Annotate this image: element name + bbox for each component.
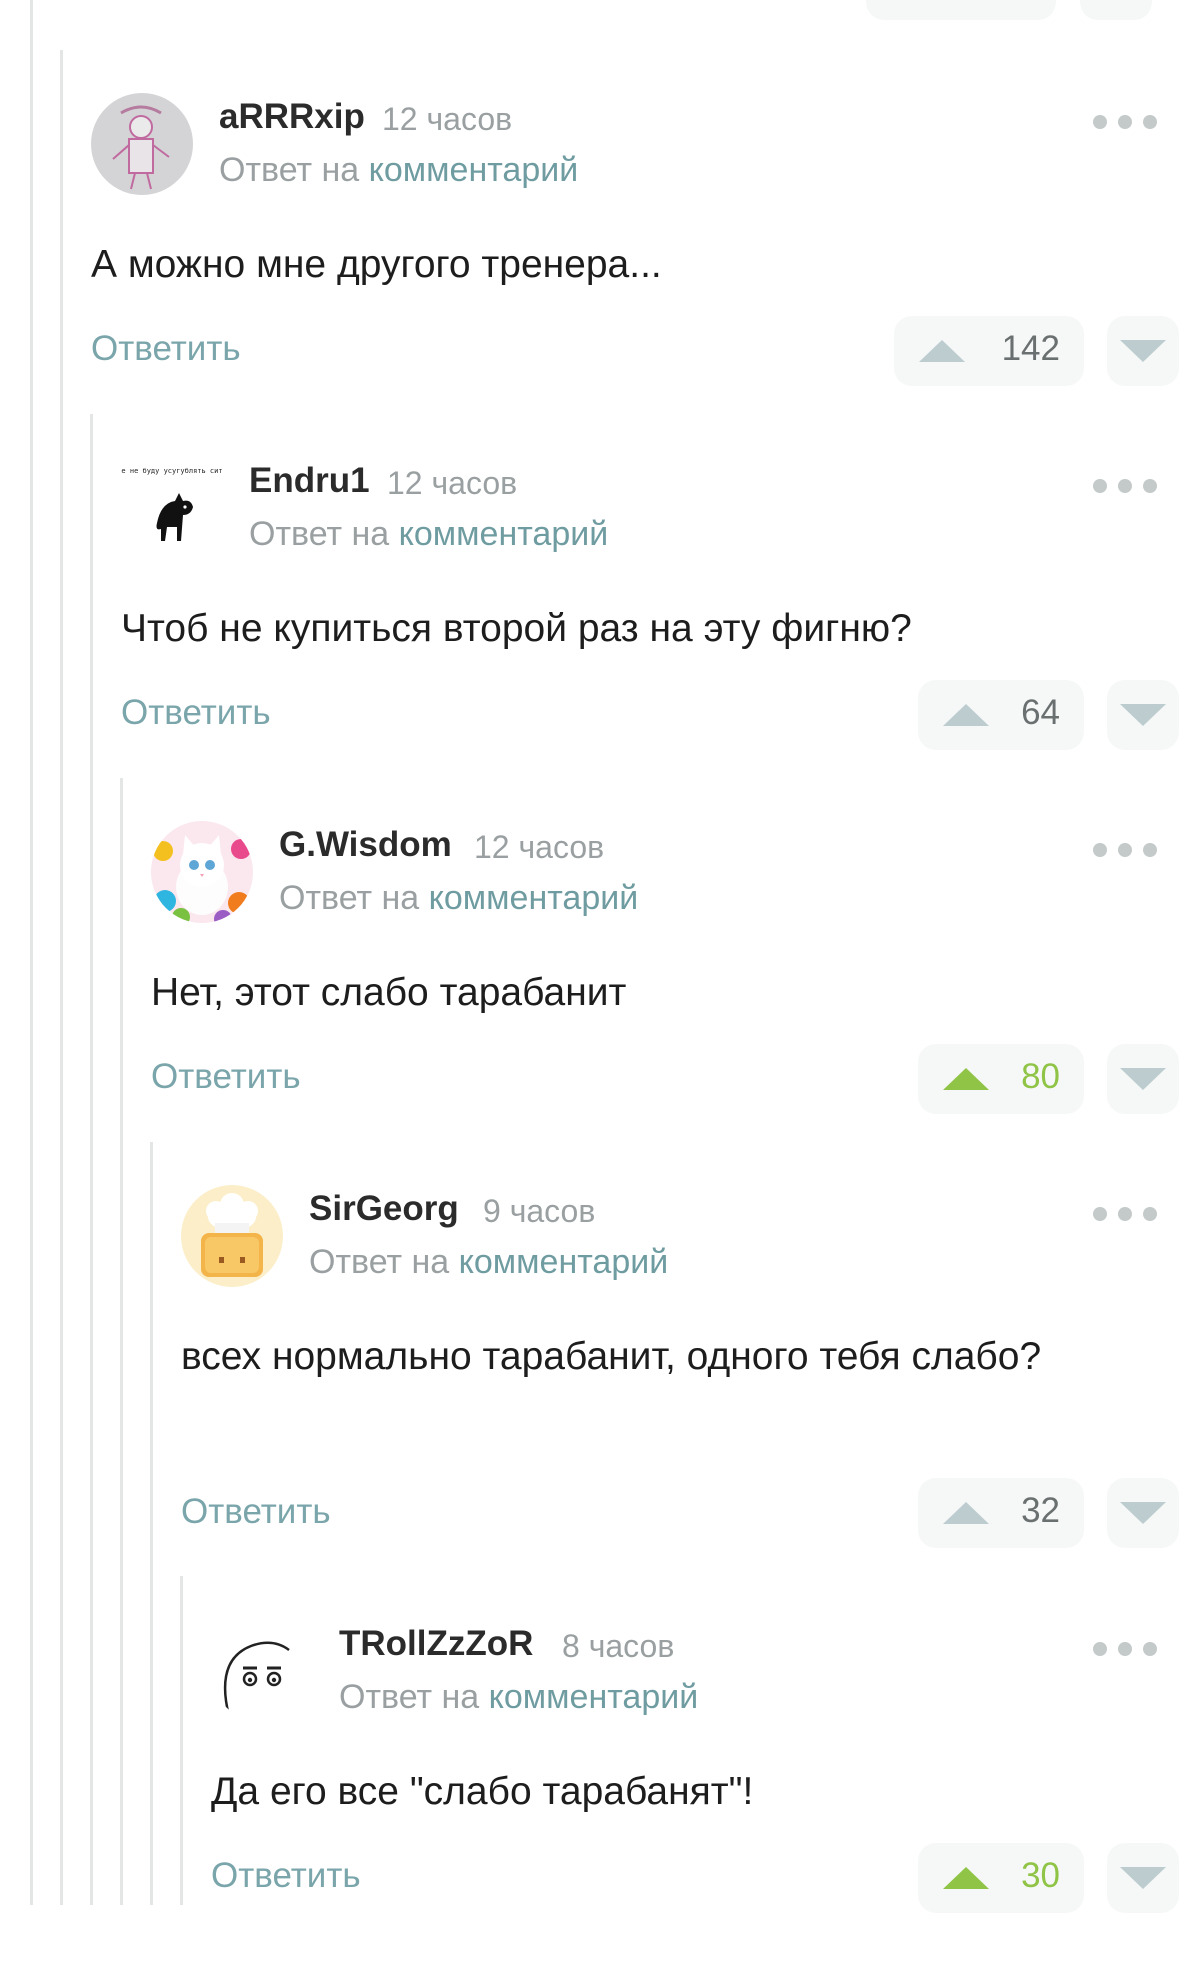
vote-down-button[interactable] bbox=[1107, 1044, 1179, 1114]
avatar[interactable] bbox=[211, 1620, 313, 1722]
chef-toaster-avatar-icon bbox=[181, 1185, 283, 1287]
rating-count: 64 bbox=[1021, 693, 1060, 732]
rating-count: 32 bbox=[1021, 1491, 1060, 1530]
comment-text: А можно мне другого тренера... bbox=[91, 243, 662, 286]
arrow-up-icon bbox=[943, 1867, 989, 1889]
reply-to-prefix: Ответ на bbox=[309, 1243, 450, 1281]
author-name[interactable]: TRollZzZoR bbox=[339, 1624, 533, 1664]
vote-up-button[interactable]: 142 bbox=[894, 316, 1084, 386]
arrow-down-icon bbox=[1120, 1068, 1166, 1090]
avatar-caption: двайте не буду усугублять ситуацию bbox=[121, 467, 223, 475]
comment-text: Нет, этот слабо тарабанит bbox=[151, 971, 627, 1014]
comment: TRollZzZoR 8 часов Ответ на комментарий … bbox=[211, 1620, 1179, 1984]
comment: SirGeorg 9 часов Ответ на комментарий вс… bbox=[181, 1185, 1179, 1615]
rating-count: 30 bbox=[1021, 1856, 1060, 1895]
comment: двайте не буду усугублять ситуацию Endru… bbox=[121, 457, 1179, 821]
comment-time: 12 часов bbox=[387, 465, 518, 501]
more-options-button[interactable] bbox=[1093, 835, 1157, 865]
reply-button[interactable]: Ответить bbox=[211, 1856, 361, 1896]
avatar[interactable] bbox=[151, 821, 253, 923]
vote-up-button[interactable]: 64 bbox=[918, 680, 1084, 750]
comment: G.Wisdom 12 часов Ответ на комментарий Н… bbox=[151, 821, 1179, 1185]
reply-to-link[interactable]: комментарий bbox=[369, 151, 579, 189]
sleepy-face-avatar-icon bbox=[223, 1641, 290, 1717]
reply-button[interactable]: Ответить bbox=[151, 1057, 301, 1097]
thread-line bbox=[180, 1576, 183, 1905]
reply-to: Ответ на комментарий bbox=[279, 879, 638, 918]
comment-time: 12 часов bbox=[474, 829, 605, 865]
author-name[interactable]: G.Wisdom bbox=[279, 825, 452, 865]
reply-to-prefix: Ответ на bbox=[279, 879, 420, 917]
thread-line bbox=[150, 1142, 153, 1905]
reply-button[interactable]: Ответить bbox=[121, 693, 271, 733]
avatar[interactable]: двайте не буду усугублять ситуацию bbox=[121, 457, 223, 559]
thread-line bbox=[60, 50, 63, 1905]
reply-to: Ответ на комментарий bbox=[249, 515, 608, 554]
vote-up-button[interactable]: 80 bbox=[918, 1044, 1084, 1114]
more-options-button[interactable] bbox=[1093, 1199, 1157, 1229]
arrow-down-icon bbox=[1120, 1502, 1166, 1524]
black-cat-avatar-icon: двайте не буду усугублять ситуацию bbox=[121, 467, 223, 541]
author-name[interactable]: SirGeorg bbox=[309, 1189, 459, 1229]
reply-to: Ответ на комментарий bbox=[309, 1243, 668, 1282]
vote-down-button[interactable] bbox=[1107, 316, 1179, 386]
author-name[interactable]: aRRRxip bbox=[219, 97, 365, 137]
more-options-button[interactable] bbox=[1093, 107, 1157, 137]
more-options-button[interactable] bbox=[1093, 1634, 1157, 1664]
thread-line bbox=[30, 0, 33, 1905]
arrow-down-icon bbox=[1120, 340, 1166, 362]
more-options-button[interactable] bbox=[1093, 471, 1157, 501]
comment-text: Да его все "слабо тарабанят"! bbox=[211, 1770, 754, 1813]
vote-up-button[interactable] bbox=[866, 0, 1056, 20]
comment-time: 8 часов bbox=[562, 1628, 675, 1664]
thread-line bbox=[90, 414, 93, 1905]
reply-to-prefix: Ответ на bbox=[249, 515, 390, 553]
arrow-up-icon bbox=[919, 340, 965, 362]
comment-text: всех нормально тарабанит, одного тебя сл… bbox=[181, 1335, 1042, 1378]
comment-time: 9 часов bbox=[483, 1193, 596, 1229]
vote-up-button[interactable]: 30 bbox=[918, 1843, 1084, 1913]
avatar[interactable] bbox=[181, 1185, 283, 1287]
reply-to-prefix: Ответ на bbox=[219, 151, 360, 189]
avatar[interactable] bbox=[91, 93, 193, 195]
vote-down-button[interactable] bbox=[1107, 1843, 1179, 1913]
reply-to: Ответ на комментарий bbox=[219, 151, 578, 190]
vote-down-button[interactable] bbox=[1107, 680, 1179, 750]
reply-to-link[interactable]: комментарий bbox=[459, 1243, 669, 1281]
reply-to: Ответ на комментарий bbox=[339, 1678, 698, 1717]
reply-to-link[interactable]: комментарий bbox=[489, 1678, 699, 1716]
rating-count: 80 bbox=[1021, 1057, 1060, 1096]
comment-text: Чтоб не купиться второй раз на эту фигню… bbox=[121, 607, 912, 650]
arrow-down-icon bbox=[1120, 704, 1166, 726]
vote-up-button[interactable]: 32 bbox=[918, 1478, 1084, 1548]
reply-to-prefix: Ответ на bbox=[339, 1678, 480, 1716]
author-name[interactable]: Endru1 bbox=[249, 461, 370, 501]
reply-button[interactable]: Ответить bbox=[91, 329, 241, 369]
arrow-up-icon bbox=[943, 1068, 989, 1090]
reply-to-link[interactable]: комментарий bbox=[399, 515, 609, 553]
thread-line bbox=[120, 778, 123, 1905]
reply-button[interactable]: Ответить bbox=[181, 1492, 331, 1532]
rating-count: 142 bbox=[1001, 329, 1060, 368]
reply-to-link[interactable]: комментарий bbox=[429, 879, 639, 917]
comment-time: 12 часов bbox=[382, 101, 513, 137]
kitten-avatar-icon bbox=[151, 821, 253, 923]
drawing-avatar-icon bbox=[91, 93, 193, 195]
arrow-up-icon bbox=[943, 1502, 989, 1524]
arrow-up-icon bbox=[943, 704, 989, 726]
vote-down-button[interactable] bbox=[1107, 1478, 1179, 1548]
comment: aRRRxip 12 часов Ответ на комментарий А … bbox=[91, 93, 1179, 457]
vote-down-button[interactable] bbox=[1080, 0, 1152, 20]
arrow-down-icon bbox=[1120, 1867, 1166, 1889]
